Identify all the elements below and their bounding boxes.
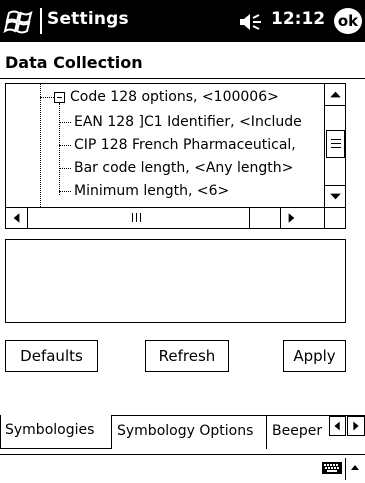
scrollbar-corner xyxy=(324,207,345,228)
defaults-button[interactable]: Defaults xyxy=(5,340,98,372)
tree-item[interactable]: CIP 128 French Pharmaceutical, xyxy=(74,136,296,154)
windows-flag-icon[interactable] xyxy=(3,7,37,35)
apply-label: pply xyxy=(303,347,336,365)
tree-connector xyxy=(59,191,71,192)
vertical-scroll-thumb[interactable] xyxy=(326,130,345,158)
app-title: Settings xyxy=(47,9,129,29)
tab-scroll-left-icon[interactable] xyxy=(329,416,346,436)
defaults-mnemonic: D xyxy=(20,347,32,365)
tree-connector xyxy=(59,103,60,195)
tab-symbology-options[interactable]: Symbology Options xyxy=(113,416,267,449)
scroll-up-icon[interactable] xyxy=(325,84,346,106)
tree-connector xyxy=(59,145,71,146)
refresh-mnemonic: R xyxy=(158,347,169,365)
tree-item[interactable]: EAN 128 ]C1 Identifier, <Include xyxy=(74,113,302,131)
horizontal-scrollbar[interactable] xyxy=(6,207,324,228)
sip-separator xyxy=(345,458,346,480)
tree-item[interactable]: Code 128 options, <100006> xyxy=(70,88,279,106)
speaker-icon[interactable] xyxy=(238,12,264,32)
tree-connector xyxy=(59,122,71,123)
ok-button[interactable]: ok xyxy=(334,8,362,34)
scroll-left-icon[interactable] xyxy=(6,208,28,228)
defaults-label: efaults xyxy=(31,347,83,365)
refresh-button[interactable]: Refresh xyxy=(145,340,229,372)
description-box xyxy=(5,239,346,323)
title-bar: Settings 12:12 ok xyxy=(0,0,365,42)
keyboard-icon[interactable] xyxy=(321,460,343,476)
collapse-icon[interactable] xyxy=(54,92,65,103)
scroll-down-icon[interactable] xyxy=(325,185,346,207)
tree-item[interactable]: Bar code length, <Any length> xyxy=(74,159,293,177)
up-arrow-icon[interactable] xyxy=(349,462,361,472)
vertical-scrollbar[interactable] xyxy=(324,84,346,207)
tree-connector xyxy=(40,97,54,98)
heading-divider xyxy=(0,78,365,79)
title-separator xyxy=(40,8,42,34)
clock[interactable]: 12:12 xyxy=(271,9,325,29)
scroll-right-icon[interactable] xyxy=(280,208,302,228)
tree-connector xyxy=(40,84,41,207)
apply-mnemonic: A xyxy=(293,347,304,365)
tree-item[interactable]: Minimum length, <6> xyxy=(74,182,229,200)
tree-connector xyxy=(59,168,71,169)
page-title: Data Collection xyxy=(5,53,143,72)
horizontal-scroll-thumb[interactable] xyxy=(28,208,250,228)
settings-tree[interactable]: Code 128 options, <100006> EAN 128 ]C1 I… xyxy=(5,83,346,229)
refresh-label: efresh xyxy=(168,347,216,365)
tab-scroll-right-icon[interactable] xyxy=(347,416,365,436)
menu-bar-rule xyxy=(0,454,365,455)
tab-beeper[interactable]: Beeper xyxy=(268,416,330,449)
apply-button[interactable]: Apply xyxy=(283,340,346,372)
tree-content: Code 128 options, <100006> EAN 128 ]C1 I… xyxy=(6,84,324,207)
tab-symbologies[interactable]: Symbologies xyxy=(0,415,112,449)
